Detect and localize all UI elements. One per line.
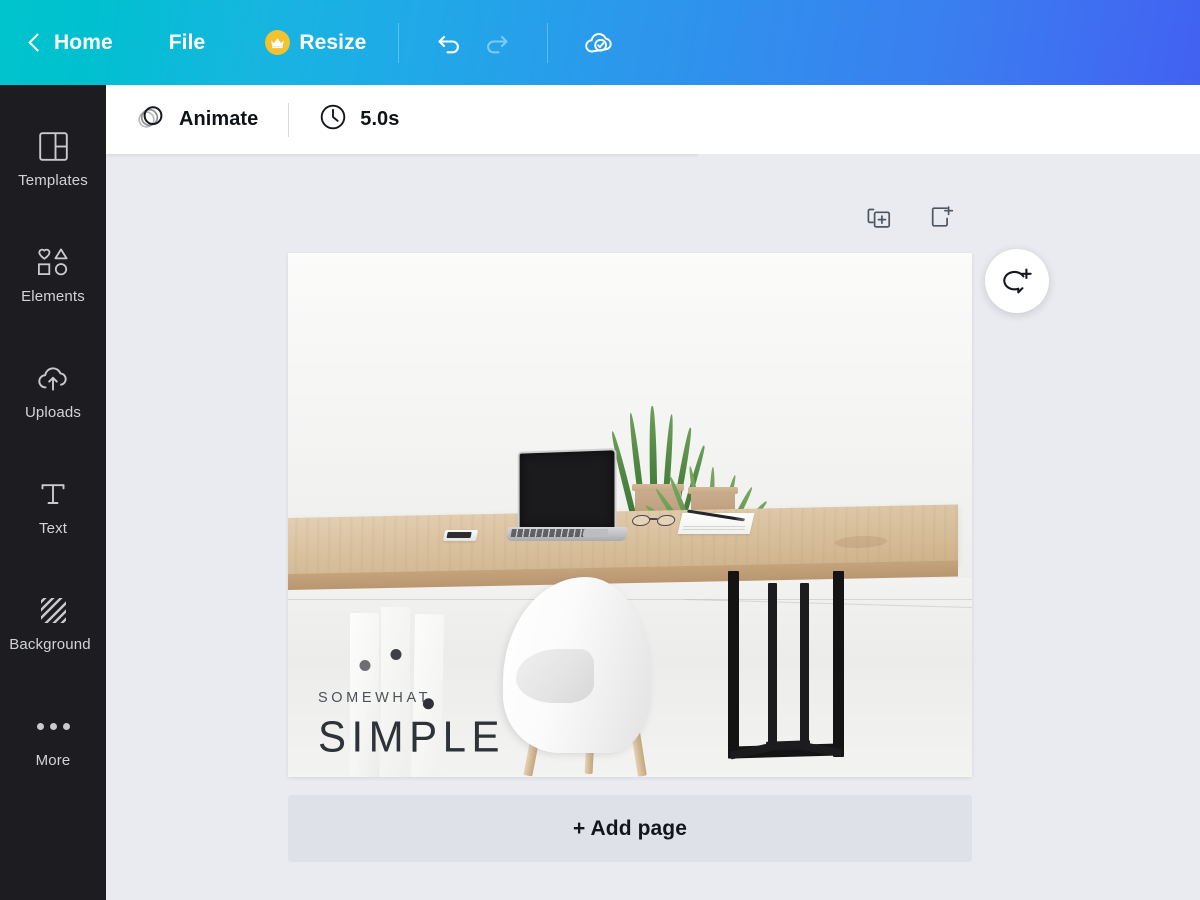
smartphone bbox=[442, 530, 479, 541]
cloud-upload-icon bbox=[35, 361, 71, 395]
toolbar-divider bbox=[288, 102, 290, 137]
laptop-screen bbox=[517, 448, 617, 528]
headline-small: SOMEWHAT bbox=[318, 690, 432, 706]
more-dots-icon bbox=[36, 709, 70, 743]
add-page-icon[interactable] bbox=[924, 200, 958, 234]
sidebar-item-templates[interactable]: Templates bbox=[0, 101, 106, 217]
photo-floor-line bbox=[288, 598, 972, 600]
background-hatch-icon bbox=[38, 593, 69, 627]
add-page-button[interactable]: + Add page bbox=[288, 795, 972, 862]
sidebar-label-text: Text bbox=[38, 520, 68, 537]
undo-button[interactable] bbox=[427, 20, 473, 66]
resize-button[interactable]: Resize bbox=[261, 0, 370, 85]
animate-button[interactable]: Animate bbox=[128, 97, 266, 142]
home-label: Home bbox=[54, 30, 113, 54]
magfile-hole bbox=[390, 649, 401, 660]
table-leg-back-left bbox=[768, 583, 777, 751]
canvas-workspace: SOMEWHAT SIMPLE + Add page bbox=[106, 154, 1200, 900]
glasses-lens-right bbox=[655, 515, 677, 526]
magfile-hole bbox=[359, 660, 370, 671]
page-tools bbox=[862, 200, 958, 234]
cloud-check-icon bbox=[585, 32, 613, 52]
resize-label: Resize bbox=[299, 30, 367, 54]
sidebar-label-background: Background bbox=[9, 636, 91, 653]
sidebar-label-templates: Templates bbox=[18, 172, 88, 189]
animate-label: Animate bbox=[179, 108, 259, 130]
laptop-base bbox=[505, 527, 629, 541]
elements-shapes-icon bbox=[35, 245, 71, 279]
sidebar-item-elements[interactable]: Elements bbox=[0, 217, 106, 333]
headline-large: SIMPLE bbox=[318, 711, 506, 761]
workspace-photo: SOMEWHAT SIMPLE bbox=[288, 253, 972, 777]
top-header-bar: Home File Resize bbox=[0, 0, 1200, 85]
table-leg-front-right bbox=[833, 571, 844, 757]
sidebar-label-uploads: Uploads bbox=[24, 404, 82, 421]
header-divider-1 bbox=[398, 22, 400, 63]
chair-seat bbox=[516, 649, 594, 703]
sidebar-item-uploads[interactable]: Uploads bbox=[0, 333, 106, 449]
add-page-label: + Add page bbox=[573, 816, 687, 840]
undo-arrow-icon bbox=[438, 35, 460, 53]
chevron-left-icon bbox=[26, 34, 44, 52]
sidebar-item-background[interactable]: Background bbox=[0, 565, 106, 681]
laptop-trackpad bbox=[582, 529, 608, 537]
clock-icon bbox=[319, 103, 347, 136]
file-menu-button[interactable]: File bbox=[165, 0, 210, 85]
left-sidebar: Templates Elements Uploads Text Backgrou… bbox=[0, 85, 106, 900]
redo-button[interactable] bbox=[473, 20, 519, 66]
add-comment-button[interactable] bbox=[985, 249, 1049, 313]
crown-icon bbox=[265, 30, 291, 55]
sidebar-label-more: More bbox=[35, 752, 71, 769]
design-text-block[interactable]: SOMEWHAT SIMPLE bbox=[318, 690, 506, 761]
duplicate-page-icon[interactable] bbox=[862, 200, 896, 234]
file-label: File bbox=[168, 30, 206, 54]
redo-arrow-icon bbox=[487, 35, 509, 53]
sidebar-label-elements: Elements bbox=[21, 288, 85, 305]
sidebar-item-text[interactable]: Text bbox=[0, 449, 106, 565]
notepad-lines bbox=[682, 526, 746, 531]
templates-layout-icon bbox=[38, 129, 69, 163]
sidebar-item-more[interactable]: More bbox=[0, 681, 106, 797]
table-leg-front-left bbox=[728, 571, 739, 757]
header-divider-2 bbox=[547, 22, 549, 63]
table-leg-back-right bbox=[800, 583, 809, 751]
glasses-lens-left bbox=[630, 515, 652, 526]
animate-circles-icon bbox=[136, 103, 166, 136]
save-status-button[interactable] bbox=[576, 20, 622, 66]
design-toolbar: Animate 5.0s bbox=[106, 85, 1200, 158]
duration-label: 5.0s bbox=[360, 108, 400, 130]
home-button[interactable]: Home bbox=[22, 0, 117, 85]
comment-add-icon bbox=[1003, 268, 1032, 294]
canva-editor-window: Home File Resize Templates Elements Uplo… bbox=[0, 0, 1200, 900]
eyeglasses bbox=[630, 515, 678, 527]
duration-button[interactable]: 5.0s bbox=[311, 97, 407, 142]
design-page[interactable]: SOMEWHAT SIMPLE bbox=[288, 253, 972, 777]
text-t-icon bbox=[38, 477, 68, 511]
